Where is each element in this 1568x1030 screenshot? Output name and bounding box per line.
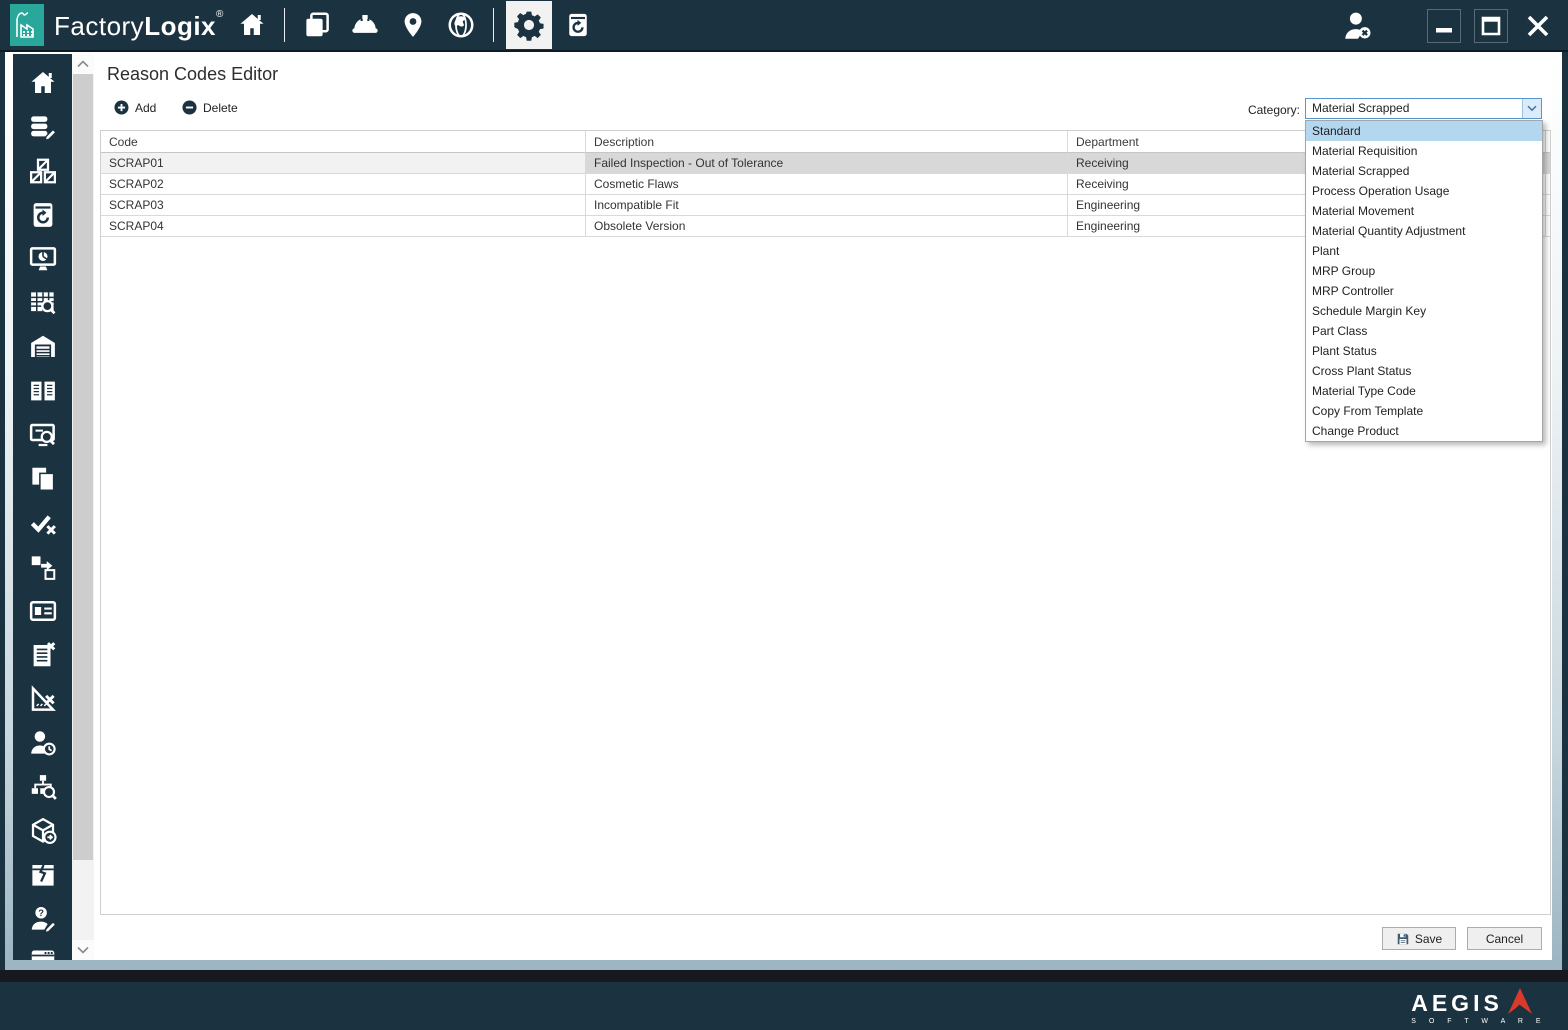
sidebar-item-dashboard[interactable]: [28, 244, 58, 274]
sidebar-item-id-card[interactable]: [28, 596, 58, 626]
cell-filler: [1546, 174, 1550, 195]
sidebar-item-terminal[interactable]: [28, 948, 58, 960]
dropdown-option[interactable]: Plant Status: [1306, 341, 1542, 361]
sidebar-item-user-query[interactable]: ?: [28, 904, 58, 934]
category-dropdown-list: Standard Material Requisition Material Scr…: [1305, 120, 1543, 442]
dropdown-option[interactable]: Change Product: [1306, 421, 1542, 441]
delete-icon: [182, 100, 197, 115]
titlebar-divider: [283, 8, 285, 42]
cell-description[interactable]: Obsolete Version: [586, 216, 1068, 237]
dropdown-option[interactable]: Material Requisition: [1306, 141, 1542, 161]
settings-gear-icon[interactable]: [505, 1, 552, 49]
sidebar-item-data-editor[interactable]: [28, 112, 58, 142]
scrollbar-thumb[interactable]: [73, 74, 93, 860]
titlebar-divider: [492, 8, 494, 42]
cell-description[interactable]: Incompatible Fit: [586, 195, 1068, 216]
dropdown-option[interactable]: Material Movement: [1306, 201, 1542, 221]
dropdown-option[interactable]: MRP Controller: [1306, 281, 1542, 301]
sidebar-item-package-export[interactable]: [28, 816, 58, 846]
dropdown-option[interactable]: Plant: [1306, 241, 1542, 261]
sidebar-item-user-time[interactable]: [28, 728, 58, 758]
sidebar-item-backup[interactable]: [28, 200, 58, 230]
sidebar-item-list-delete[interactable]: [28, 640, 58, 670]
aegis-logo-text: AEGIS: [1411, 990, 1503, 1016]
page-title: Reason Codes Editor: [107, 64, 279, 84]
cell-description[interactable]: Cosmetic Flaws: [586, 174, 1068, 195]
sidebar-item-home[interactable]: [28, 68, 58, 98]
maximize-button[interactable]: [1474, 9, 1508, 43]
home-icon[interactable]: [232, 1, 272, 49]
cell-code[interactable]: SCRAP03: [101, 195, 586, 216]
sidebar-item-warehouse[interactable]: [28, 332, 58, 362]
save-button[interactable]: Save: [1382, 927, 1456, 950]
category-value: Material Scrapped: [1312, 101, 1410, 115]
svg-text:?: ?: [38, 908, 44, 918]
pages-icon[interactable]: [297, 1, 337, 49]
sidebar-item-monitor-search[interactable]: [28, 420, 58, 450]
titlebar: FactoryLogix®: [0, 0, 1568, 52]
sidebar-item-materials[interactable]: [28, 156, 58, 186]
scroll-down-icon[interactable]: [72, 940, 94, 960]
column-header-filler: [1546, 131, 1550, 153]
titlebar-right: [1341, 0, 1568, 52]
factorylogix-logo-icon: [10, 4, 44, 46]
minimize-button[interactable]: [1427, 9, 1461, 43]
dropdown-option[interactable]: Schedule Margin Key: [1306, 301, 1542, 321]
cell-filler: [1546, 153, 1550, 174]
delete-label: Delete: [203, 100, 238, 115]
aegis-logo-subtext: S O F T W A R E: [1411, 1018, 1546, 1025]
category-label: Category:: [1247, 103, 1300, 117]
sidebar-item-damaged-package[interactable]: [28, 860, 58, 890]
cell-filler: [1546, 195, 1550, 216]
dropdown-option[interactable]: Material Scrapped: [1306, 161, 1542, 181]
sidebar-item-transfer[interactable]: [28, 552, 58, 582]
dropdown-option[interactable]: Cross Plant Status: [1306, 361, 1542, 381]
save-label: Save: [1414, 931, 1443, 946]
globe-icon[interactable]: [441, 1, 481, 49]
sidebar-item-approve-reject[interactable]: [28, 508, 58, 538]
scroll-up-icon[interactable]: [72, 54, 94, 74]
restore-backup-icon[interactable]: [558, 1, 598, 49]
dropdown-option[interactable]: Material Quantity Adjustment: [1306, 221, 1542, 241]
cancel-label: Cancel: [1485, 931, 1524, 946]
dropdown-option[interactable]: Part Class: [1306, 321, 1542, 341]
add-button[interactable]: Add: [114, 100, 156, 115]
dropdown-option[interactable]: Material Type Code: [1306, 381, 1542, 401]
column-header-description[interactable]: Description: [586, 131, 1068, 153]
brand-text: FactoryLogix®: [54, 8, 224, 41]
sidebar-item-measure-delete[interactable]: [28, 684, 58, 714]
main-content: Reason Codes Editor Add Delete Category:…: [94, 54, 1552, 960]
hardhat-icon[interactable]: [345, 1, 385, 49]
cell-code[interactable]: SCRAP01: [101, 153, 586, 174]
cancel-button[interactable]: Cancel: [1467, 927, 1542, 950]
add-label: Add: [135, 100, 157, 115]
chevron-down-icon[interactable]: [1522, 99, 1541, 118]
category-combobox[interactable]: Material Scrapped: [1305, 98, 1542, 119]
footer-divider-strip: [0, 970, 1568, 982]
sidebar-item-documents[interactable]: [28, 464, 58, 494]
footer: AEGIS S O F T W A R E: [0, 982, 1568, 1030]
sidebar-item-data-grid-search[interactable]: [28, 288, 58, 318]
column-header-code[interactable]: Code: [101, 131, 586, 153]
sidebar-item-documentation[interactable]: [28, 376, 58, 406]
cell-description[interactable]: Failed Inspection - Out of Tolerance: [586, 153, 1068, 174]
user-signout-icon[interactable]: [1341, 9, 1375, 43]
dropdown-option[interactable]: Copy From Template: [1306, 401, 1542, 421]
dropdown-option[interactable]: Standard: [1306, 121, 1542, 141]
location-pin-icon[interactable]: [393, 1, 433, 49]
save-icon: [1396, 932, 1410, 946]
add-icon: [114, 100, 129, 115]
cell-code[interactable]: SCRAP02: [101, 174, 586, 195]
dropdown-option[interactable]: Process Operation Usage: [1306, 181, 1542, 201]
sidebar-item-org-search[interactable]: [28, 772, 58, 802]
sidebar-scrollbar[interactable]: [72, 54, 94, 960]
cell-filler: [1546, 216, 1550, 237]
sidebar-nav: ?: [13, 54, 72, 960]
delete-button[interactable]: Delete: [182, 100, 238, 115]
aegis-arrow-icon: [1507, 986, 1533, 1016]
dropdown-option[interactable]: MRP Group: [1306, 261, 1542, 281]
aegis-logo: AEGIS S O F T W A R E: [1411, 986, 1546, 1025]
close-button[interactable]: [1521, 9, 1555, 43]
cell-code[interactable]: SCRAP04: [101, 216, 586, 237]
